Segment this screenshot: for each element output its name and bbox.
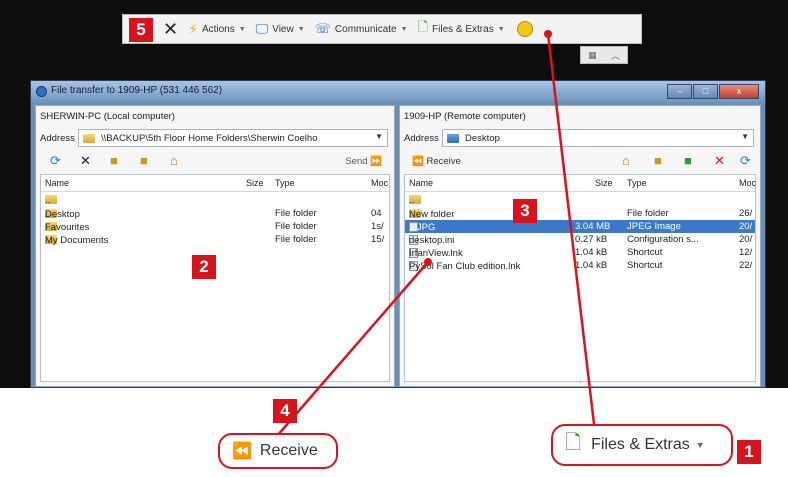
callout-line-files-extras xyxy=(546,33,596,425)
callout-dot-receive xyxy=(424,258,432,266)
files-extras-callout: 🗋 Files & Extras ▼ xyxy=(551,424,733,466)
receive-callout: ⏪ Receive xyxy=(218,433,338,469)
receive-arrow-icon: ⏪ xyxy=(232,443,252,460)
callout-dot-files-extras xyxy=(544,30,552,38)
badge-5: 5 xyxy=(129,18,153,42)
chevron-down-icon: ▼ xyxy=(695,440,705,450)
badge-4: 4 xyxy=(273,399,297,423)
callout-line-receive xyxy=(276,261,429,437)
callout-lines xyxy=(276,30,596,437)
badge-1: 1 xyxy=(737,440,761,464)
badge-2: 2 xyxy=(192,255,216,279)
badge-3: 3 xyxy=(513,199,537,223)
file-transfer-icon: 🗋 xyxy=(565,432,582,454)
